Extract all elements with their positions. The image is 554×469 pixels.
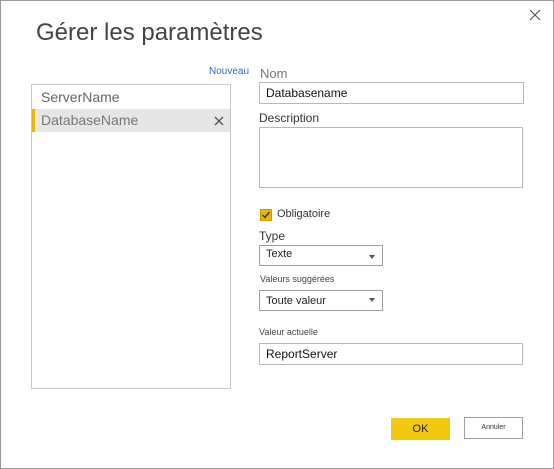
suggested-values-select-value: Toute valeur (266, 295, 326, 307)
parameter-list: ServerName DatabaseName (31, 84, 231, 389)
parameter-item-label: DatabaseName (41, 112, 139, 128)
cancel-button[interactable]: Annuler (464, 417, 523, 439)
manage-parameters-dialog: Gérer les paramètres Nouveau ServerName … (0, 0, 554, 469)
parameter-item-servername[interactable]: ServerName (32, 86, 230, 109)
new-parameter-link[interactable]: Nouveau (209, 66, 249, 77)
parameter-item-label: ServerName (41, 89, 120, 105)
ok-button[interactable]: OK (391, 418, 450, 440)
remove-parameter-button[interactable] (212, 109, 226, 132)
chevron-down-icon (369, 298, 375, 302)
close-icon (529, 9, 541, 21)
current-value-input[interactable] (259, 343, 523, 365)
close-icon (214, 116, 224, 126)
name-input[interactable] (259, 82, 524, 104)
current-value-label: Valeur actuelle (259, 327, 318, 337)
suggested-values-label: Valeurs suggérées (260, 274, 335, 284)
parameter-item-databasename[interactable]: DatabaseName (32, 109, 230, 132)
type-label: Type (259, 229, 286, 243)
description-label: Description (259, 111, 320, 125)
suggested-values-select[interactable]: Toute valeur (259, 290, 383, 311)
type-select-value: Texte (266, 248, 293, 260)
checkmark-icon (262, 211, 271, 219)
chevron-down-icon (369, 255, 375, 259)
description-input[interactable] (259, 127, 523, 188)
close-button[interactable] (525, 5, 545, 25)
required-label: Obligatoire (277, 208, 331, 220)
required-checkbox[interactable] (260, 209, 272, 221)
name-label: Nom (260, 66, 288, 81)
dialog-title: Gérer les paramètres (36, 19, 263, 46)
type-select[interactable]: Texte (259, 245, 383, 266)
